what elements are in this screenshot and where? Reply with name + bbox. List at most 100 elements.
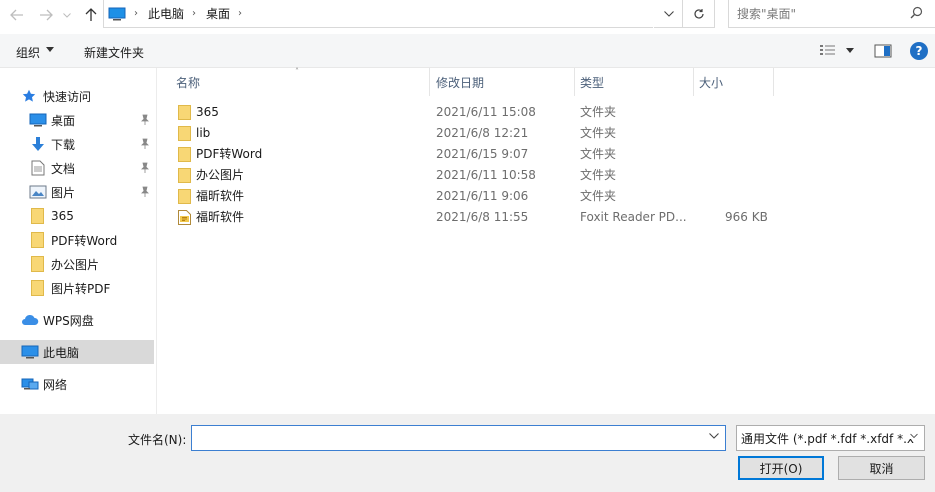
pdf-file-icon [178, 210, 191, 225]
file-modified: 2021/6/8 12:21 [436, 125, 529, 140]
file-modified: 2021/6/11 9:06 [436, 188, 529, 203]
nav-label: PDF转Word [51, 233, 118, 248]
pin-icon [141, 186, 149, 197]
chevron-down-icon [663, 11, 674, 17]
nav-item-downloads[interactable]: 下载 [0, 132, 154, 156]
star-icon [22, 89, 36, 103]
new-folder-button[interactable]: 新建文件夹 [84, 44, 144, 61]
nav-item-folder-pdf-to-word[interactable]: PDF转Word [0, 228, 154, 252]
chevron-right-icon: › [192, 8, 197, 19]
column-header-name[interactable]: 名称 [168, 68, 430, 96]
column-header-row: 名称 修改日期 类型 大小 [158, 68, 935, 96]
file-modified: 2021/6/8 11:55 [436, 209, 529, 224]
column-header-modified[interactable]: 修改日期 [428, 68, 575, 96]
file-name: 办公图片 [196, 168, 245, 182]
folder-icon [31, 232, 44, 248]
nav-label: 快速访问 [43, 89, 92, 104]
organize-button[interactable]: 组织 [16, 44, 40, 61]
folder-icon [178, 105, 191, 120]
filename-input[interactable] [196, 428, 696, 448]
picture-icon [29, 185, 47, 199]
file-type: 文件夹 [580, 147, 617, 161]
caret-down-icon [46, 47, 54, 52]
folder-icon [31, 256, 44, 272]
nav-label: 办公图片 [51, 257, 100, 272]
nav-label: 此电脑 [43, 345, 80, 360]
filetype-select[interactable]: 通用文件 (*.pdf *.fdf *.xfdf *.x [736, 425, 925, 451]
network-icon [21, 377, 39, 391]
desktop-icon [29, 113, 47, 127]
file-size: 966 KB [725, 209, 768, 224]
file-type: Foxit Reader PD... [580, 209, 687, 224]
folder-icon [178, 168, 191, 183]
chevron-down-icon [63, 12, 71, 18]
recent-locations-button[interactable] [60, 4, 74, 26]
nav-quick-access[interactable]: 快速访问 [0, 84, 154, 108]
file-row[interactable]: 办公图片 2021/6/11 10:58 文件夹 [158, 164, 935, 185]
navigation-bar: › 此电脑 › 桌面 › 搜索"桌面" [0, 0, 935, 34]
folder-icon [178, 147, 191, 162]
preview-pane-icon[interactable] [874, 44, 892, 58]
nav-label: 图片 [51, 185, 76, 200]
forward-button[interactable] [35, 4, 57, 26]
file-row[interactable]: 365 2021/6/11 15:08 文件夹 [158, 101, 935, 122]
command-toolbar: 组织 新建文件夹 ? [0, 34, 935, 68]
nav-label: 桌面 [51, 113, 76, 128]
nav-label: 365 [51, 209, 74, 223]
nav-label: WPS网盘 [43, 313, 94, 328]
computer-icon [108, 7, 126, 20]
nav-item-folder-365[interactable]: 365 [0, 204, 154, 228]
caret-down-icon[interactable] [846, 48, 854, 53]
pin-icon [141, 114, 149, 125]
cloud-icon [21, 314, 39, 326]
nav-item-folder-office-pictures[interactable]: 办公图片 [0, 252, 154, 276]
breadcrumb-desktop[interactable]: 桌面 [206, 5, 230, 22]
file-type: 文件夹 [580, 126, 617, 140]
pin-icon [141, 138, 149, 149]
file-row[interactable]: 福昕软件 2021/6/8 11:55 Foxit Reader PD... 9… [158, 206, 935, 227]
refresh-button[interactable] [683, 0, 715, 28]
nav-item-documents[interactable]: 文档 [0, 156, 154, 180]
nav-network[interactable]: 网络 [0, 372, 154, 396]
file-name: 福昕软件 [196, 189, 245, 203]
nav-this-pc[interactable]: 此电脑 [0, 340, 154, 364]
file-row[interactable]: PDF转Word 2021/6/15 9:07 文件夹 [158, 143, 935, 164]
help-icon[interactable]: ? [910, 42, 928, 60]
search-box[interactable]: 搜索"桌面" [728, 0, 935, 28]
cancel-button[interactable]: 取消 [838, 456, 925, 480]
address-bar[interactable]: › 此电脑 › 桌面 › [103, 0, 683, 28]
view-options-icon[interactable] [819, 44, 837, 58]
up-button[interactable] [80, 4, 102, 26]
breadcrumb-this-pc[interactable]: 此电脑 [148, 5, 184, 22]
back-button[interactable] [6, 4, 28, 26]
nav-item-folder-image-to-pdf[interactable]: 图片转PDF [0, 276, 154, 300]
filename-field[interactable] [191, 425, 726, 451]
column-header-type[interactable]: 类型 [572, 68, 694, 96]
file-name: PDF转Word [196, 147, 263, 161]
file-row[interactable]: lib 2021/6/8 12:21 文件夹 [158, 122, 935, 143]
arrow-right-icon [40, 9, 53, 21]
chevron-right-icon: › [238, 8, 243, 19]
file-modified: 2021/6/11 10:58 [436, 167, 536, 182]
search-placeholder: 搜索"桌面" [737, 7, 797, 21]
nav-wps-cloud[interactable]: WPS网盘 [0, 308, 154, 332]
column-header-size[interactable]: 大小 [691, 68, 774, 96]
nav-item-pictures[interactable]: 图片 [0, 180, 154, 204]
nav-label: 下载 [51, 137, 76, 152]
file-type: 文件夹 [580, 105, 617, 119]
nav-item-desktop[interactable]: 桌面 [0, 108, 154, 132]
arrow-up-icon [85, 8, 97, 21]
address-history-dropdown[interactable] [653, 0, 683, 28]
dialog-footer: 文件名(N): 通用文件 (*.pdf *.fdf *.xfdf *.x 打开(… [0, 414, 935, 492]
chevron-right-icon: › [134, 8, 138, 19]
nav-label: 文档 [51, 161, 76, 176]
file-modified: 2021/6/15 9:07 [436, 146, 529, 161]
file-type: 文件夹 [580, 168, 617, 182]
folder-icon [178, 126, 191, 141]
file-type: 文件夹 [580, 189, 617, 203]
open-button[interactable]: 打开(O) [738, 456, 824, 480]
file-row[interactable]: 福昕软件 2021/6/11 9:06 文件夹 [158, 185, 935, 206]
file-name: 365 [196, 104, 219, 119]
file-name: lib [196, 125, 211, 140]
chevron-down-icon[interactable] [709, 433, 719, 439]
